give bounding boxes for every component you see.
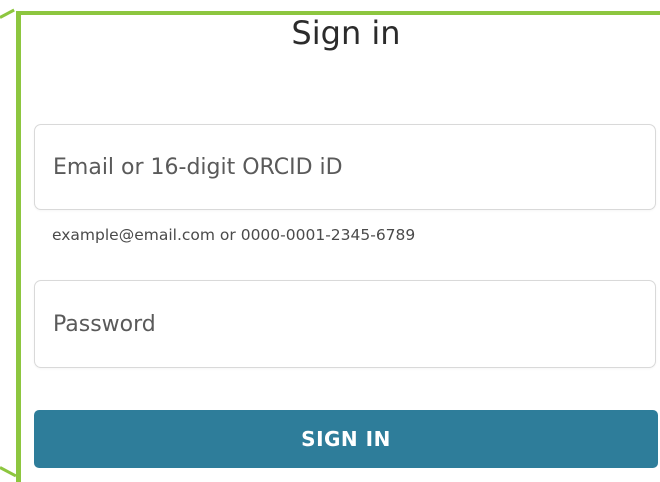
email-hint-text: example@email.com or 0000-0001-2345-6789 bbox=[52, 226, 416, 244]
password-input[interactable] bbox=[35, 281, 655, 367]
email-input[interactable] bbox=[35, 125, 655, 209]
email-field-container[interactable] bbox=[34, 124, 656, 210]
highlight-frame-corner-bottom bbox=[0, 466, 17, 478]
sign-in-button[interactable]: SIGN IN bbox=[34, 410, 658, 468]
highlight-frame-left bbox=[16, 11, 21, 482]
page-title: Sign in bbox=[291, 14, 401, 52]
sign-in-panel: Sign in example@email.com or 0000-0001-2… bbox=[0, 0, 660, 482]
password-field-container[interactable] bbox=[34, 280, 656, 368]
